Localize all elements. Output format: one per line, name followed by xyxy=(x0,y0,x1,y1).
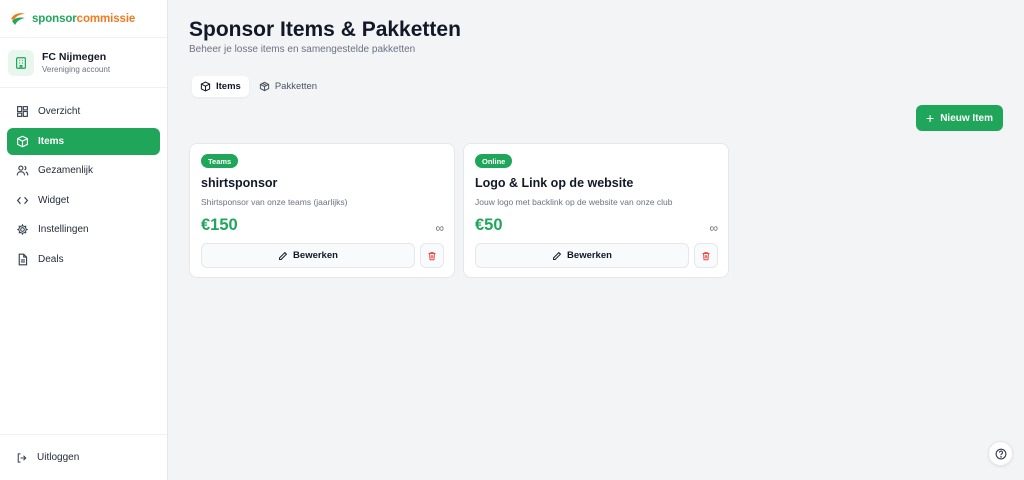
gear-icon xyxy=(17,224,28,235)
help-button[interactable] xyxy=(988,441,1013,466)
trash-icon xyxy=(702,251,710,260)
new-item-button[interactable]: + Nieuw Item xyxy=(916,105,1003,131)
edit-button[interactable]: Bewerken xyxy=(475,243,689,268)
code-icon xyxy=(16,196,29,204)
sidebar-item-gezamenlijk[interactable]: Gezamenlijk xyxy=(7,157,160,184)
item-card: Teams shirtsponsor Shirtsponsor van onze… xyxy=(189,143,455,278)
main-content: Sponsor Items & Pakketten Beheer je loss… xyxy=(189,0,1024,480)
page-subtitle: Beheer je losse items en samengestelde p… xyxy=(189,44,416,55)
delete-button[interactable] xyxy=(694,243,718,268)
box-icon xyxy=(200,81,211,92)
tab-label: Items xyxy=(216,81,241,92)
item-description: Shirtsponsor van onze teams (jaarlijks) xyxy=(201,197,348,207)
brand-name: sponsorcommissie xyxy=(32,12,136,25)
tab-label: Pakketten xyxy=(274,81,318,92)
tab-bar: Items Pakketten xyxy=(192,76,327,97)
item-title: Logo & Link op de website xyxy=(475,176,634,190)
pencil-icon xyxy=(279,251,288,260)
tab-pakketten[interactable]: Pakketten xyxy=(251,76,325,97)
infinity-quantity: ∞ xyxy=(435,221,444,235)
plus-icon: + xyxy=(926,110,935,126)
new-item-label: Nieuw Item xyxy=(940,112,993,124)
package-icon xyxy=(259,81,269,92)
edit-button[interactable]: Bewerken xyxy=(201,243,415,268)
sidebar-item-overzicht[interactable]: Overzicht xyxy=(7,98,160,125)
sidebar-item-label: Overzicht xyxy=(38,106,81,117)
users-icon xyxy=(16,165,29,176)
delete-button[interactable] xyxy=(420,243,444,268)
infinity-quantity: ∞ xyxy=(709,221,718,235)
sidebar-item-label: Instellingen xyxy=(38,224,89,235)
sidebar-nav: Overzicht Items Gezamenlijk Widget Inste… xyxy=(0,88,167,273)
item-title: shirtsponsor xyxy=(201,176,278,190)
account-type: Vereniging account xyxy=(42,65,111,74)
category-badge: Online xyxy=(475,154,513,168)
sidebar-item-widget[interactable]: Widget xyxy=(7,187,160,214)
sidebar-item-label: Items xyxy=(38,135,65,147)
account-name: FC Nijmegen xyxy=(42,51,107,63)
brand-logo[interactable]: sponsorcommissie xyxy=(0,0,167,38)
sidebar-item-label: Gezamenlijk xyxy=(38,165,94,176)
logout-icon xyxy=(17,452,27,463)
item-price: €150 xyxy=(201,216,238,234)
tab-items[interactable]: Items xyxy=(192,76,249,97)
page-title: Sponsor Items & Pakketten xyxy=(189,18,461,41)
account-card[interactable]: FC Nijmegen Vereniging account xyxy=(0,38,167,88)
edit-label: Bewerken xyxy=(567,250,612,261)
building-icon xyxy=(8,49,34,76)
document-icon xyxy=(18,253,28,265)
help-icon xyxy=(995,448,1006,459)
item-price: €50 xyxy=(475,216,503,234)
sidebar-item-deals[interactable]: Deals xyxy=(7,246,160,273)
logo-mark-icon xyxy=(11,12,25,25)
pencil-icon xyxy=(553,251,562,260)
logout-label: Uitloggen xyxy=(37,452,80,463)
logout-button[interactable]: Uitloggen xyxy=(0,434,167,480)
edit-label: Bewerken xyxy=(293,250,338,261)
box-icon xyxy=(17,135,28,147)
sidebar-item-label: Deals xyxy=(38,253,64,265)
sidebar-item-items[interactable]: Items xyxy=(7,127,160,155)
item-card: Online Logo & Link op de website Jouw lo… xyxy=(463,143,729,278)
trash-icon xyxy=(428,251,436,260)
sidebar: sponsorcommissie FC Nijmegen Vereniging … xyxy=(0,0,168,480)
dashboard-icon xyxy=(17,106,28,117)
category-badge: Teams xyxy=(201,154,239,168)
sidebar-item-label: Widget xyxy=(38,194,70,206)
sidebar-item-instellingen[interactable]: Instellingen xyxy=(7,216,160,243)
item-description: Jouw logo met backlink op de website van… xyxy=(475,197,673,207)
